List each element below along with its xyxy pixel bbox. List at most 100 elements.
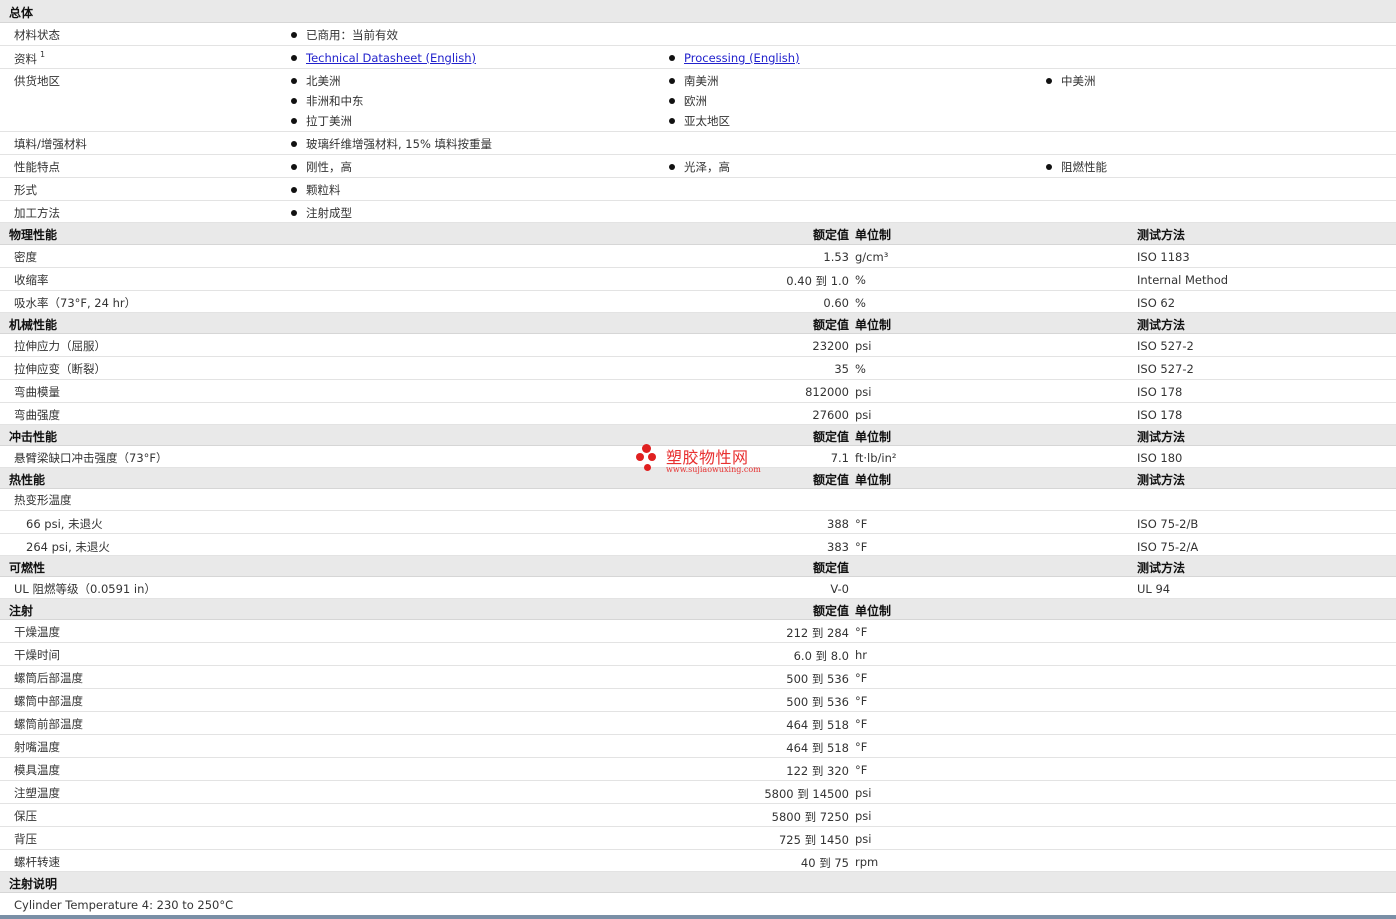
property-label: 66 psi, 未退火 xyxy=(26,517,103,531)
processing-link[interactable]: Processing (English) xyxy=(684,51,800,65)
property-value: 500 到 536 xyxy=(786,672,849,686)
property-label: UL 阻燃等级（0.0591 in） xyxy=(14,582,156,596)
property-unit: rpm xyxy=(855,855,879,869)
property-value: 23200 xyxy=(812,339,849,353)
property-value: 0.40 到 1.0 xyxy=(786,274,849,288)
section-mechanical-header: 机械性能 额定值 单位制 测试方法 xyxy=(0,313,1396,334)
property-unit: psi xyxy=(855,809,872,823)
test-method: ISO 75-2/B xyxy=(1137,517,1199,531)
group-row: 热变形温度 xyxy=(0,489,1396,511)
table-row: 吸水率（73°F, 24 hr） 0.60 % ISO 62 xyxy=(0,291,1396,313)
feature-item: 刚性，高 xyxy=(291,159,352,175)
section-title: 可燃性 xyxy=(9,561,46,575)
status-value: 已商用：当前有效 xyxy=(291,27,398,43)
table-row: 螺筒前部温度 464 到 518 °F xyxy=(0,712,1396,735)
row-label: 形式 xyxy=(14,183,37,197)
table-row: UL 阻燃等级（0.0591 in） V-0 UL 94 xyxy=(0,577,1396,599)
technical-datasheet-link[interactable]: Technical Datasheet (English) xyxy=(306,51,476,65)
test-method: ISO 75-2/A xyxy=(1137,540,1199,554)
table-row: 弯曲强度 27600 psi ISO 178 xyxy=(0,403,1396,425)
feature-item: 阻燃性能 xyxy=(1046,159,1107,175)
property-value: 388 xyxy=(827,517,849,531)
bullet-icon xyxy=(291,98,297,104)
property-unit: g/cm³ xyxy=(855,250,889,264)
property-value: 812000 xyxy=(805,385,849,399)
region-item: 中美洲 xyxy=(1046,73,1096,89)
section-title: 注射说明 xyxy=(9,877,58,891)
bullet-icon xyxy=(669,98,675,104)
unit-header: 单位制 xyxy=(855,318,892,332)
property-value: 1.53 xyxy=(823,250,849,264)
table-row: 拉伸应变（断裂） 35 % ISO 527-2 xyxy=(0,357,1396,380)
property-value: 122 到 320 xyxy=(786,764,849,778)
unit-header: 单位制 xyxy=(855,430,892,444)
bullet-icon xyxy=(1046,78,1052,84)
property-value: 5800 到 7250 xyxy=(771,810,849,824)
property-label: 保压 xyxy=(14,809,37,823)
bullet-icon xyxy=(291,32,297,38)
nominal-header: 额定值 xyxy=(812,228,849,242)
region-item: 非洲和中东 xyxy=(291,93,364,109)
section-title: 注射 xyxy=(9,604,34,618)
property-unit: °F xyxy=(855,763,868,777)
bottom-bar xyxy=(0,915,1396,919)
row-material-status: 材料状态 已商用：当前有效 xyxy=(0,23,1396,46)
filler-value: 玻璃纤维增强材料, 15% 填料按重量 xyxy=(291,136,492,152)
unit-header: 单位制 xyxy=(855,604,892,618)
property-unit: hr xyxy=(855,648,868,662)
property-label: 射嘴温度 xyxy=(14,740,60,754)
doc-item: Processing (English) xyxy=(669,51,800,65)
row-label: 资料 1 xyxy=(14,50,46,66)
property-value: 0.60 xyxy=(823,296,849,310)
table-row: 弯曲模量 812000 psi ISO 178 xyxy=(0,380,1396,403)
group-label: 热变形温度 xyxy=(14,493,72,507)
test-method: ISO 527-2 xyxy=(1137,339,1194,353)
property-label: 干燥温度 xyxy=(14,625,60,639)
nominal-header: 额定值 xyxy=(812,473,849,487)
property-unit: °F xyxy=(855,717,868,731)
property-label: 干燥时间 xyxy=(14,648,60,662)
nominal-header: 额定值 xyxy=(812,318,849,332)
test-method: ISO 178 xyxy=(1137,385,1183,399)
property-unit: °F xyxy=(855,540,868,554)
property-unit: psi xyxy=(855,832,872,846)
unit-header: 单位制 xyxy=(855,473,892,487)
property-label: 螺筒前部温度 xyxy=(14,717,83,731)
table-row: 66 psi, 未退火 388 °F ISO 75-2/B xyxy=(0,511,1396,534)
table-row: 螺筒中部温度 500 到 536 °F xyxy=(0,689,1396,712)
section-title: 总体 xyxy=(9,6,34,20)
row-label: 材料状态 xyxy=(14,28,60,42)
test-method: ISO 62 xyxy=(1137,296,1176,310)
test-method: ISO 180 xyxy=(1137,451,1183,465)
test-header: 测试方法 xyxy=(1137,561,1186,575)
property-value: 725 到 1450 xyxy=(778,833,849,847)
watermark-url: www.sujiaowuxing.com xyxy=(666,465,761,474)
property-label: 吸水率（73°F, 24 hr） xyxy=(14,296,137,310)
test-method: ISO 1183 xyxy=(1137,250,1190,264)
test-header: 测试方法 xyxy=(1137,430,1186,444)
property-label: 拉伸应力（屈服） xyxy=(14,339,106,353)
property-label: 弯曲模量 xyxy=(14,385,60,399)
bullet-icon xyxy=(291,78,297,84)
bullet-icon xyxy=(291,187,297,193)
process-value: 注射成型 xyxy=(291,205,352,221)
form-value: 颗粒料 xyxy=(291,182,341,198)
section-flammability-header: 可燃性 额定值 测试方法 xyxy=(0,556,1396,577)
property-unit: °F xyxy=(855,694,868,708)
property-unit: % xyxy=(855,362,866,376)
property-label: 注塑温度 xyxy=(14,786,60,800)
property-unit: psi xyxy=(855,339,872,353)
property-value: 464 到 518 xyxy=(786,718,849,732)
region-item: 拉丁美洲 xyxy=(291,113,352,129)
table-row: 干燥时间 6.0 到 8.0 hr xyxy=(0,643,1396,666)
test-method: Internal Method xyxy=(1137,273,1229,287)
property-value: 383 xyxy=(827,540,849,554)
section-general-header: 总体 xyxy=(0,0,1396,23)
region-item: 亚太地区 xyxy=(669,113,730,129)
test-method: ISO 527-2 xyxy=(1137,362,1194,376)
property-unit: psi xyxy=(855,385,872,399)
row-label: 加工方法 xyxy=(14,206,60,220)
property-value: V-0 xyxy=(830,582,849,596)
property-unit: psi xyxy=(855,408,872,422)
property-unit: °F xyxy=(855,740,868,754)
